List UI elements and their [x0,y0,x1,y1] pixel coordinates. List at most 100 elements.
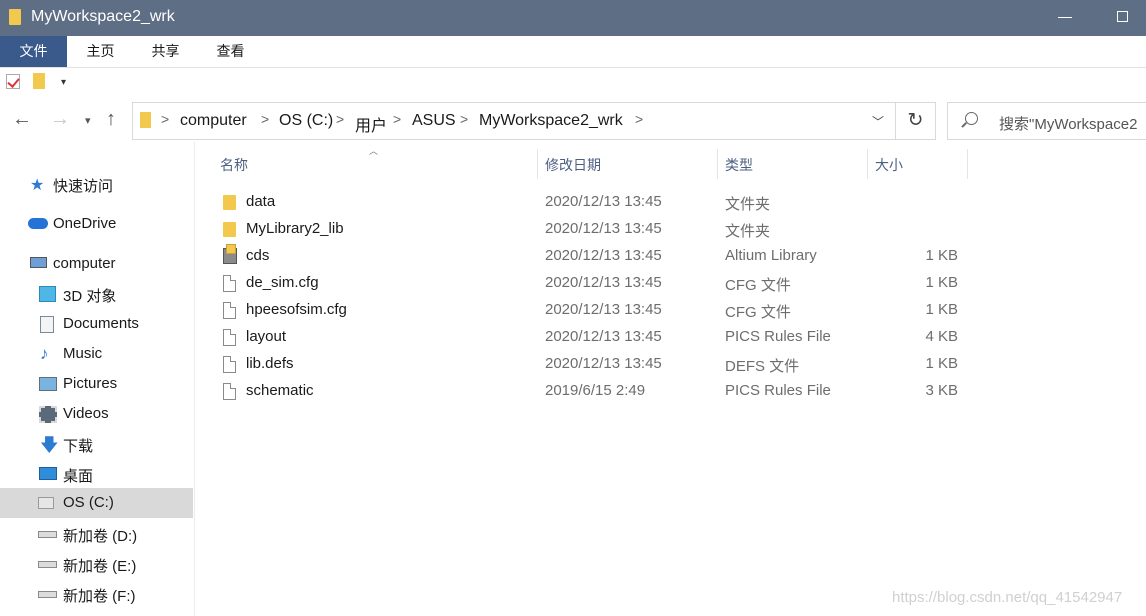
sidebar-item-videos[interactable]: Videos [0,399,193,429]
file-type: DEFS 文件 [725,358,800,375]
file-name: hpeesofsim.cfg [246,301,347,318]
column-divider[interactable] [717,149,718,179]
file-row-schematic[interactable]: schematic 2019/6/15 2:49 PICS Rules File… [215,378,970,405]
file-name: schematic [246,382,314,399]
file-type: PICS Rules File [725,328,831,345]
breadcrumb-separator-icon[interactable]: > [261,111,269,127]
refresh-button[interactable]: ↻ [896,102,936,140]
sidebar-item-label: 下载 [63,438,94,455]
file-name: lib.defs [246,355,294,372]
file-date: 2020/12/13 13:45 [545,220,662,237]
file-icon [223,302,236,319]
drive-icon [38,531,57,538]
breadcrumb-separator-icon[interactable]: > [336,111,344,127]
forward-arrow-icon[interactable]: → [50,108,70,131]
music-icon: ♪ [40,344,49,363]
watermark: https://blog.csdn.net/qq_41542947 [892,589,1123,606]
file-name: layout [246,328,287,345]
file-size: 1 KB [925,247,958,264]
maximize-button[interactable] [1117,11,1128,22]
file-row-lib-defs[interactable]: lib.defs 2020/12/13 13:45 DEFS 文件 1 KB [215,351,970,378]
address-bar[interactable]: > computer > OS (C:) > 用户 > ASUS > MyWor… [132,102,896,140]
sort-ascending-icon: ︿ [369,146,379,156]
sidebar-item-computer[interactable]: computer [0,249,193,279]
sidebar-item-label: computer [53,255,116,272]
file-icon [223,329,236,346]
address-dropdown-icon[interactable]: ﹀ [872,113,884,130]
file-icon [223,383,236,400]
sidebar-item-music[interactable]: ♪ Music [0,339,193,369]
breadcrumb-asus[interactable]: ASUS [412,112,456,130]
title-bar: MyWorkspace2_wrk [0,0,1146,36]
file-type: CFG 文件 [725,304,791,321]
file-row-de-sim-cfg[interactable]: de_sim.cfg 2020/12/13 13:45 CFG 文件 1 KB [215,270,970,297]
breadcrumb-os-c[interactable]: OS (C:) [279,112,333,130]
sidebar-item-desktop[interactable]: 桌面 [0,459,193,489]
sidebar-item-drive-f[interactable]: 新加卷 (F:) [0,579,193,609]
column-divider[interactable] [867,149,868,179]
library-icon [223,244,237,264]
sidebar-item-onedrive[interactable]: OneDrive [0,209,193,239]
file-row-hpeesofsim-cfg[interactable]: hpeesofsim.cfg 2020/12/13 13:45 CFG 文件 1… [215,297,970,324]
minimize-button[interactable] [1058,17,1072,18]
breadcrumb-separator-icon[interactable]: > [393,111,401,127]
sidebar-item-drive-e[interactable]: 新加卷 (E:) [0,549,193,579]
column-divider[interactable] [967,149,968,179]
file-date: 2020/12/13 13:45 [545,274,662,291]
column-header-size[interactable]: 大小 [875,155,903,175]
tab-share[interactable]: 共享 [138,36,193,67]
file-type: 文件夹 [725,223,771,240]
sidebar-item-label: Pictures [63,375,118,392]
file-row-data[interactable]: data 2020/12/13 13:45 文件夹 [215,189,970,216]
sidebar-item-label: 新加卷 (E:) [63,558,137,575]
file-row-cds[interactable]: cds 2020/12/13 13:45 Altium Library 1 KB [215,243,970,270]
column-divider[interactable] [537,149,538,179]
sidebar-item-3d-objects[interactable]: 3D 对象 [0,279,193,309]
navigation-pane: ★ 快速访问 OneDrive computer 3D 对象 Documents… [0,142,195,616]
file-date: 2020/12/13 13:45 [545,193,662,210]
column-header-date[interactable]: 修改日期 [545,155,601,175]
new-folder-icon[interactable] [33,73,45,89]
file-size: 1 KB [925,274,958,291]
file-name: data [246,193,276,210]
file-type: PICS Rules File [725,382,831,399]
file-type: 文件夹 [725,196,771,213]
up-arrow-icon[interactable]: ↑ [106,108,116,131]
quick-access-toolbar [0,68,1146,98]
file-icon [223,356,236,373]
download-icon: 🡇 [40,435,59,455]
sidebar-item-drive-d[interactable]: 新加卷 (D:) [0,519,193,549]
file-name: MyLibrary2_lib [246,220,344,237]
breadcrumb-separator-icon[interactable]: > [635,111,643,127]
sidebar-item-os-c[interactable]: OS (C:) [0,488,193,518]
search-input[interactable]: 搜索"MyWorkspace2 [947,102,1146,140]
recent-locations-icon[interactable]: ▾ [85,114,91,127]
breadcrumb-separator-icon[interactable]: > [161,111,169,127]
file-row-layout[interactable]: layout 2020/12/13 13:45 PICS Rules File … [215,324,970,351]
sidebar-item-downloads[interactable]: 🡇 下载 [0,429,193,459]
breadcrumb-separator-icon[interactable]: > [460,111,468,127]
tab-home[interactable]: 主页 [73,36,128,67]
breadcrumb-computer[interactable]: computer [180,112,247,130]
column-header-name[interactable]: 名称 [220,155,248,175]
videos-icon [39,406,57,423]
sidebar-item-label: Documents [63,315,139,332]
breadcrumb-workspace[interactable]: MyWorkspace2_wrk [479,112,623,130]
sidebar-item-label: OS (C:) [63,494,114,511]
sidebar-item-documents[interactable]: Documents [0,309,193,339]
sidebar-item-pictures[interactable]: Pictures [0,369,193,399]
folder-icon [9,9,21,25]
sidebar-item-label: Music [63,345,103,362]
file-name: cds [246,247,270,264]
tab-view[interactable]: 查看 [203,36,258,67]
properties-icon[interactable] [6,74,20,89]
ribbon-tabs: 文件 主页 共享 查看 [0,36,1146,68]
back-arrow-icon[interactable]: ← [12,108,32,131]
file-row-mylibrary2-lib[interactable]: MyLibrary2_lib 2020/12/13 13:45 文件夹 [215,216,970,243]
column-header-type[interactable]: 类型 [725,155,753,175]
customize-toolbar-icon[interactable]: ▾ [61,77,66,88]
tab-file[interactable]: 文件 [0,36,67,67]
window-title: MyWorkspace2_wrk [31,8,175,25]
breadcrumb-users[interactable]: 用户 [355,112,387,136]
sidebar-item-quick-access[interactable]: ★ 快速访问 [0,169,193,199]
